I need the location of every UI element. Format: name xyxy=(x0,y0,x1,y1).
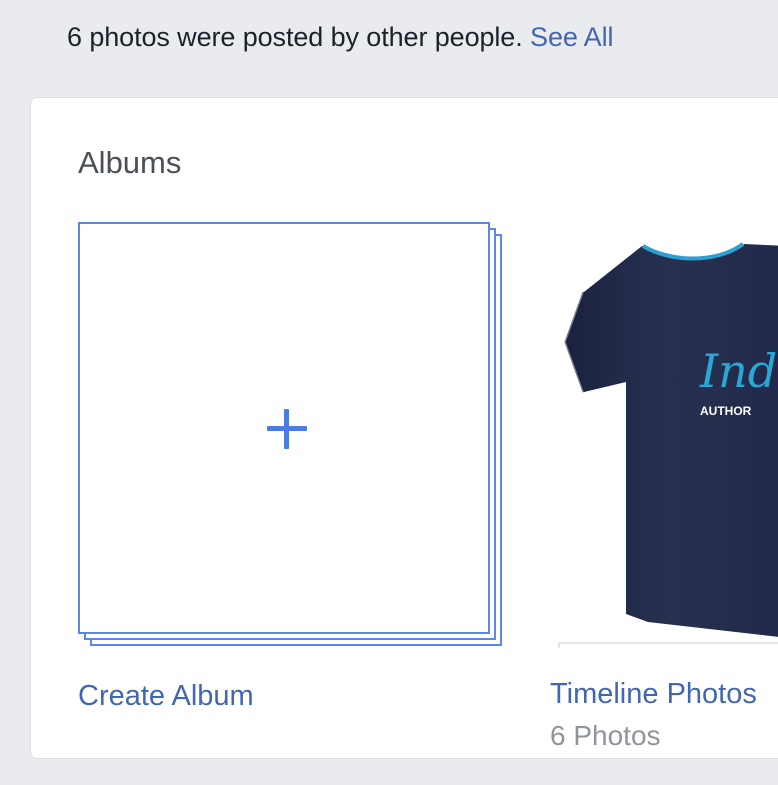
shirt-print-script: Indie xyxy=(699,344,778,398)
plus-icon xyxy=(80,224,492,636)
album-photo-count: 6 Photos xyxy=(550,720,661,751)
see-all-link[interactable]: See All xyxy=(530,22,613,52)
album-tile-timeline-photos[interactable]: Indie AUTHOR xyxy=(548,222,778,654)
album-stack-edge xyxy=(558,642,778,648)
album-cover-image: Indie AUTHOR xyxy=(548,222,778,638)
create-album-tile[interactable] xyxy=(78,222,510,654)
stack-layer-front xyxy=(78,222,490,634)
album-title-link[interactable]: Timeline Photos xyxy=(550,678,757,711)
posted-by-others-notice: 6 photos were posted by other people. Se… xyxy=(67,22,613,53)
albums-heading: Albums xyxy=(78,145,182,180)
shirt-print-caption: AUTHOR xyxy=(700,404,752,418)
create-album-link[interactable]: Create Album xyxy=(78,680,254,713)
tshirt-image: Indie AUTHOR xyxy=(564,242,778,637)
notice-text: 6 photos were posted by other people. xyxy=(67,22,531,52)
